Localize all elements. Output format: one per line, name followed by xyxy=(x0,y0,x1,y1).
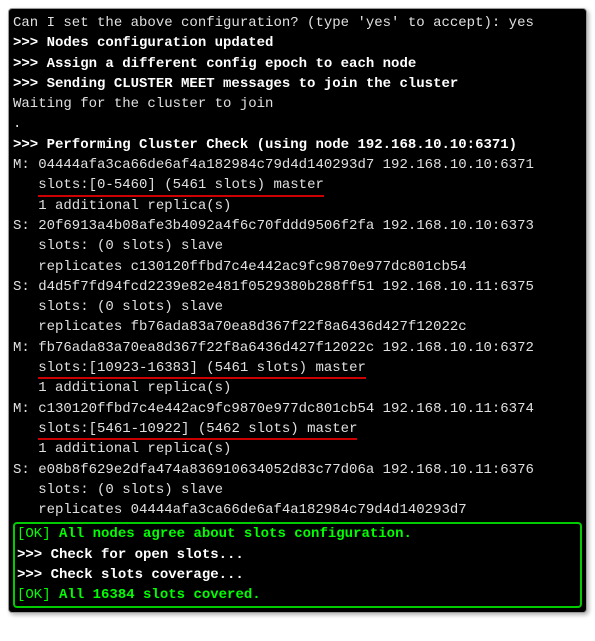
node-master-1: M: 04444afa3ca66de6af4a182984c79d4d14029… xyxy=(13,155,582,175)
node-slave-3-slots: slots: (0 slots) slave xyxy=(13,480,582,500)
msg-check-open-slots: >>> Check for open slots... xyxy=(17,545,578,565)
msg-nodes-updated: >>> Nodes configuration updated xyxy=(13,33,582,53)
node-slave-3: S: e08b8f629e2dfa474a836910634052d83c77d… xyxy=(13,460,582,480)
ok-slots-agree: [OK] All nodes agree about slots configu… xyxy=(17,524,578,544)
msg-dot: . xyxy=(13,114,582,134)
msg-waiting: Waiting for the cluster to join xyxy=(13,94,582,114)
ok-status-box: [OK] All nodes agree about slots configu… xyxy=(13,522,582,607)
node-master-1-replicas: 1 additional replica(s) xyxy=(13,196,582,216)
ok-tag: [OK] xyxy=(17,587,59,603)
indent xyxy=(13,360,38,376)
node-slave-1: S: 20f6913a4b08afe3b4092a4f6c70fddd9506f… xyxy=(13,216,582,236)
node-slave-2: S: d4d5f7fd94fcd2239e82e481f0529380b288f… xyxy=(13,277,582,297)
ok-text: All 16384 slots covered. xyxy=(59,587,261,603)
ok-text: All nodes agree about slots configuratio… xyxy=(59,526,412,542)
ok-tag: [OK] xyxy=(17,526,59,542)
prompt-line: Can I set the above configuration? (type… xyxy=(13,13,582,33)
msg-assign-epoch: >>> Assign a different config epoch to e… xyxy=(13,54,582,74)
ok-slots-covered: [OK] All 16384 slots covered. xyxy=(17,585,578,605)
node-slave-1-slots: slots: (0 slots) slave xyxy=(13,236,582,256)
node-master-3-replicas: 1 additional replica(s) xyxy=(13,439,582,459)
slots-highlight-3: slots:[5461-10922] (5462 slots) master xyxy=(38,419,357,439)
indent xyxy=(13,421,38,437)
node-master-3-slots: slots:[5461-10922] (5462 slots) master xyxy=(13,419,582,439)
slots-highlight-2: slots:[10923-16383] (5461 slots) master xyxy=(38,358,366,378)
node-slave-3-replicates: replicates 04444afa3ca66de6af4a182984c79… xyxy=(13,500,582,520)
slots-highlight-1: slots:[0-5460] (5461 slots) master xyxy=(38,175,324,195)
node-slave-2-slots: slots: (0 slots) slave xyxy=(13,297,582,317)
node-slave-2-replicates: replicates fb76ada83a70ea8d367f22f8a6436… xyxy=(13,317,582,337)
node-master-2-slots: slots:[10923-16383] (5461 slots) master xyxy=(13,358,582,378)
msg-cluster-meet: >>> Sending CLUSTER MEET messages to joi… xyxy=(13,74,582,94)
node-master-3: M: c130120ffbd7c4e442ac9fc9870e977dc801c… xyxy=(13,399,582,419)
node-master-1-slots: slots:[0-5460] (5461 slots) master xyxy=(13,175,582,195)
node-master-2: M: fb76ada83a70ea8d367f22f8a6436d427f120… xyxy=(13,338,582,358)
node-slave-1-replicates: replicates c130120ffbd7c4e442ac9fc9870e9… xyxy=(13,257,582,277)
indent xyxy=(13,177,38,193)
terminal-window: Can I set the above configuration? (type… xyxy=(8,8,587,613)
msg-check-coverage: >>> Check slots coverage... xyxy=(17,565,578,585)
node-master-2-replicas: 1 additional replica(s) xyxy=(13,378,582,398)
msg-cluster-check: >>> Performing Cluster Check (using node… xyxy=(13,135,582,155)
